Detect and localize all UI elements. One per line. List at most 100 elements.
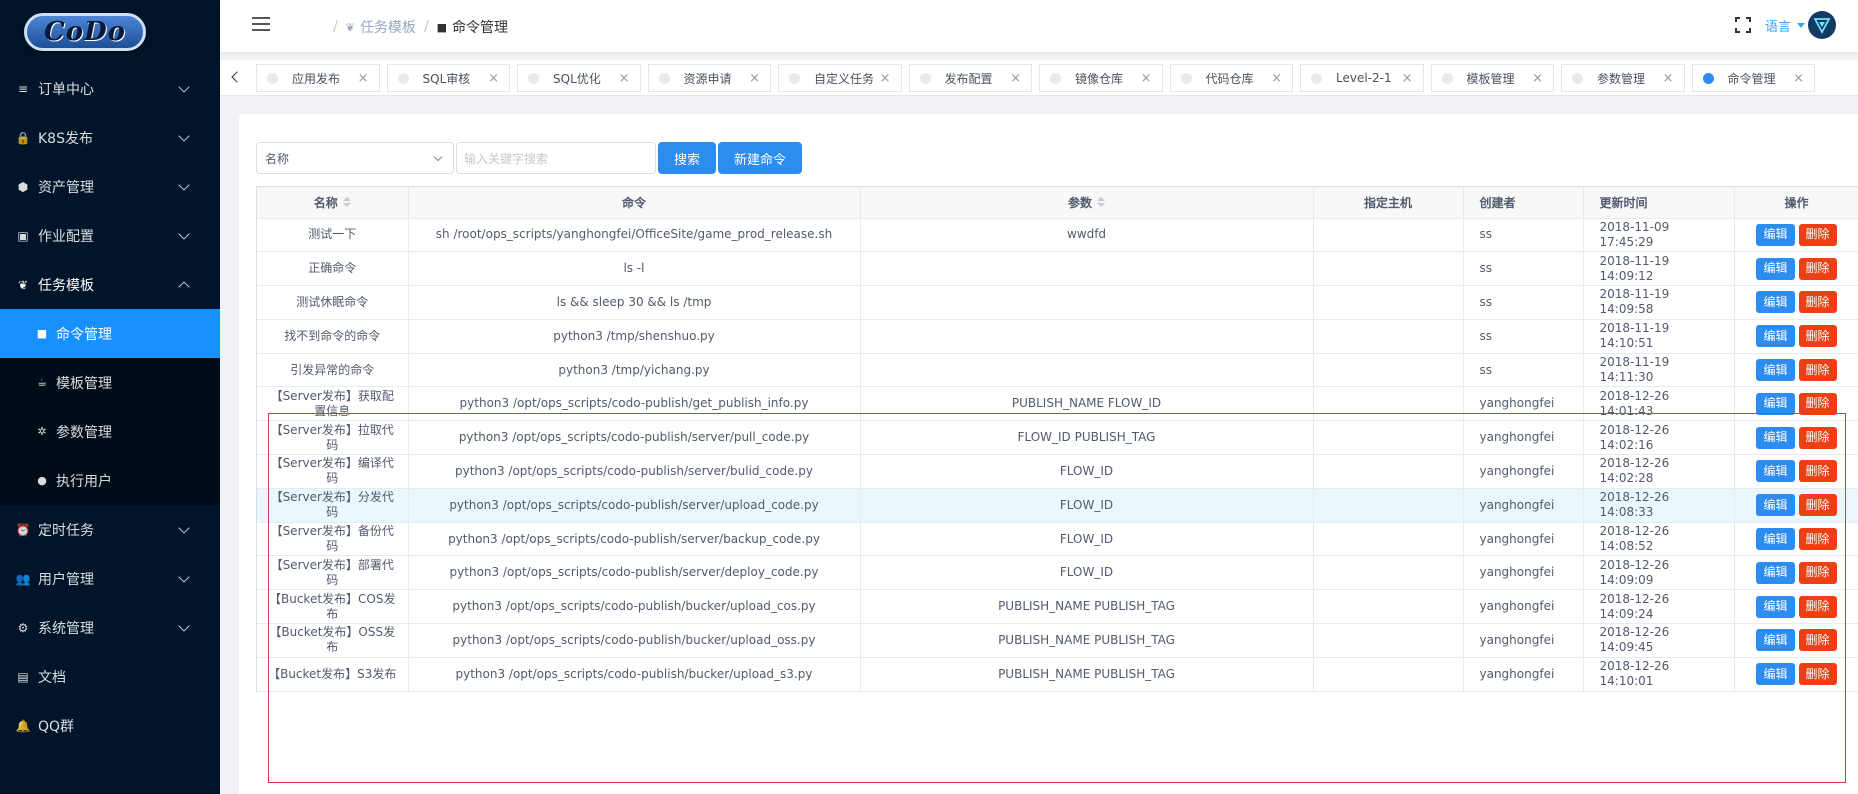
sidebar-item[interactable]: ≡ 订单中心 — [0, 64, 220, 113]
edit-button[interactable]: 编辑 — [1756, 223, 1795, 246]
sidebar-item[interactable]: ⏰ 定时任务 — [0, 505, 220, 554]
delete-button[interactable]: 删除 — [1798, 257, 1837, 280]
new-command-button[interactable]: 新建命令 — [718, 142, 803, 174]
cell-creator: yanghongfei — [1463, 420, 1584, 456]
table-row[interactable]: 【Server发布】拉取代码 python3 /opt/ops_scripts/c… — [257, 420, 1858, 456]
close-icon[interactable]: × — [880, 71, 891, 86]
edit-button[interactable]: 编辑 — [1756, 325, 1795, 348]
close-icon[interactable]: × — [1793, 71, 1804, 86]
tabs-scroll-left-icon[interactable] — [230, 70, 240, 84]
delete-button[interactable]: 删除 — [1798, 325, 1837, 348]
sidebar-item[interactable]: ❦ 任务模板 — [0, 260, 220, 309]
close-icon[interactable]: × — [1010, 71, 1021, 86]
sidebar-item[interactable]: ▤ 文档 — [0, 652, 220, 701]
tab[interactable]: SQL优化 × — [517, 64, 641, 92]
search-input[interactable]: 输入关键字搜索 — [456, 142, 656, 174]
menu-toggle-icon[interactable] — [252, 17, 270, 31]
tab[interactable]: SQL审核 × — [386, 64, 510, 92]
table-row[interactable]: 找不到命令的命令 python3 /tmp/shenshuo.py ss 2018-1… — [257, 319, 1858, 354]
sidebar-subitem[interactable]: ● 执行用户 — [0, 456, 220, 505]
sidebar-subitem[interactable]: ☕ 模板管理 — [0, 358, 220, 407]
table-row[interactable]: 【Server发布】编译代码 python3 /opt/ops_scripts/c… — [257, 454, 1858, 489]
edit-button[interactable]: 编辑 — [1756, 561, 1795, 584]
table-row[interactable]: 【Bucket发布】OSS发布 python3 /opt/ops_scripts/… — [257, 623, 1858, 658]
delete-button[interactable]: 删除 — [1798, 595, 1837, 618]
close-icon[interactable]: × — [619, 71, 630, 86]
tab[interactable]: 应用发布 × — [256, 64, 380, 92]
edit-button[interactable]: 编辑 — [1756, 663, 1795, 686]
tab[interactable]: 模板管理 × — [1430, 64, 1554, 92]
table-row[interactable]: 【Server发布】部署代码 python3 /opt/ops_scripts/c… — [257, 555, 1858, 591]
table-row[interactable]: 【Bucket发布】COS发布 python3 /opt/ops_scripts/… — [257, 589, 1858, 625]
fullscreen-icon[interactable] — [1735, 17, 1751, 33]
close-icon[interactable]: × — [1141, 71, 1152, 86]
delete-button[interactable]: 删除 — [1798, 426, 1837, 449]
close-icon[interactable]: × — [1532, 71, 1543, 86]
delete-button[interactable]: 删除 — [1798, 629, 1837, 652]
sidebar-item[interactable]: ⚙ 系统管理 — [0, 603, 220, 652]
table-row[interactable]: 测试一下 sh /root/ops_scripts/yanghongfei/Off… — [257, 218, 1858, 253]
tab[interactable]: 镜像仓库 × — [1039, 64, 1163, 92]
sidebar-item[interactable]: ⬢ 资产管理 — [0, 162, 220, 211]
delete-button[interactable]: 删除 — [1798, 392, 1837, 415]
sidebar-item[interactable]: 🔒 K8S发布 — [0, 113, 220, 162]
delete-button[interactable]: 删除 — [1798, 528, 1837, 551]
cell-updated: 2018-12-26 14:08:33 — [1583, 488, 1735, 523]
sidebar-item[interactable]: 🔔 QQ群 — [0, 701, 220, 750]
close-icon[interactable]: × — [1271, 71, 1282, 86]
delete-button[interactable]: 删除 — [1798, 223, 1837, 246]
sort-icon[interactable] — [1097, 197, 1105, 209]
logo[interactable]: CoDo — [0, 0, 220, 64]
filter-select[interactable]: 名称 — [256, 142, 454, 174]
breadcrumb-parent[interactable]: 任务模板 — [360, 17, 416, 37]
edit-button[interactable]: 编辑 — [1756, 291, 1795, 314]
sort-icon[interactable] — [342, 197, 351, 209]
language-dropdown[interactable]: 语言 — [1765, 16, 1806, 35]
delete-button[interactable]: 删除 — [1798, 291, 1837, 314]
tab[interactable]: 代码仓库 × — [1169, 64, 1293, 92]
avatar[interactable] — [1808, 11, 1836, 39]
sidebar-subitem[interactable]: ■ 命令管理 — [0, 309, 220, 358]
delete-button[interactable]: 删除 — [1798, 494, 1837, 517]
edit-button[interactable]: 编辑 — [1756, 494, 1795, 517]
delete-button[interactable]: 删除 — [1798, 663, 1837, 686]
table-row[interactable]: 【Server发布】获取配置信息 python3 /opt/ops_scripts… — [257, 386, 1858, 422]
edit-button[interactable]: 编辑 — [1756, 257, 1795, 280]
delete-button[interactable]: 删除 — [1798, 460, 1837, 483]
column-header-name[interactable]: 名称 — [257, 187, 409, 219]
leaf-icon: ❦ — [345, 20, 355, 34]
edit-button[interactable]: 编辑 — [1756, 460, 1795, 483]
close-icon[interactable]: × — [488, 71, 499, 86]
search-button[interactable]: 搜索 — [658, 142, 717, 174]
close-icon[interactable]: × — [1663, 71, 1674, 86]
tab[interactable]: 自定义任务 × — [778, 64, 902, 92]
column-header-params[interactable]: 参数 — [860, 187, 1314, 219]
table-row[interactable]: 【Bucket发布】S3发布 python3 /opt/ops_scripts/c… — [257, 657, 1858, 692]
table-row[interactable]: 【Server发布】分发代码 python3 /opt/ops_scripts/c… — [257, 488, 1858, 523]
tab[interactable]: Level-2-1 × — [1300, 64, 1424, 92]
sidebar-subitem[interactable]: ✲ 参数管理 — [0, 407, 220, 456]
edit-button[interactable]: 编辑 — [1756, 392, 1795, 415]
table-row[interactable]: 引发异常的命令 python3 /tmp/yichang.py ss 2018-11-… — [257, 353, 1858, 388]
delete-button[interactable]: 删除 — [1798, 561, 1837, 584]
sidebar-item[interactable]: 👥 用户管理 — [0, 554, 220, 603]
close-icon[interactable]: × — [1402, 71, 1413, 86]
close-icon[interactable]: × — [749, 71, 760, 86]
tab[interactable]: 参数管理 × — [1561, 64, 1685, 92]
edit-button[interactable]: 编辑 — [1756, 426, 1795, 449]
tab[interactable]: 发布配置 × — [908, 64, 1032, 92]
edit-button[interactable]: 编辑 — [1756, 629, 1795, 652]
cell-command: python3 /opt/ops_scripts/codo-publish/se… — [408, 420, 861, 456]
cell-creator: ss — [1463, 319, 1584, 354]
close-icon[interactable]: × — [358, 71, 369, 86]
sidebar-item[interactable]: ▣ 作业配置 — [0, 211, 220, 260]
edit-button[interactable]: 编辑 — [1756, 359, 1795, 382]
tab[interactable]: 命令管理 × — [1691, 64, 1815, 92]
edit-button[interactable]: 编辑 — [1756, 528, 1795, 551]
delete-button[interactable]: 删除 — [1798, 359, 1837, 382]
edit-button[interactable]: 编辑 — [1756, 595, 1795, 618]
table-row[interactable]: 【Server发布】备份代码 python3 /opt/ops_scripts/c… — [257, 522, 1858, 557]
tab[interactable]: 资源申请 × — [647, 64, 771, 92]
table-row[interactable]: 测试休眠命令 ls && sleep 30 && ls /tmp ss 2018-11… — [257, 285, 1858, 320]
table-row[interactable]: 正确命令 ls -l ss 2018-11-19 14:09:12 编辑 删除 — [257, 251, 1858, 287]
